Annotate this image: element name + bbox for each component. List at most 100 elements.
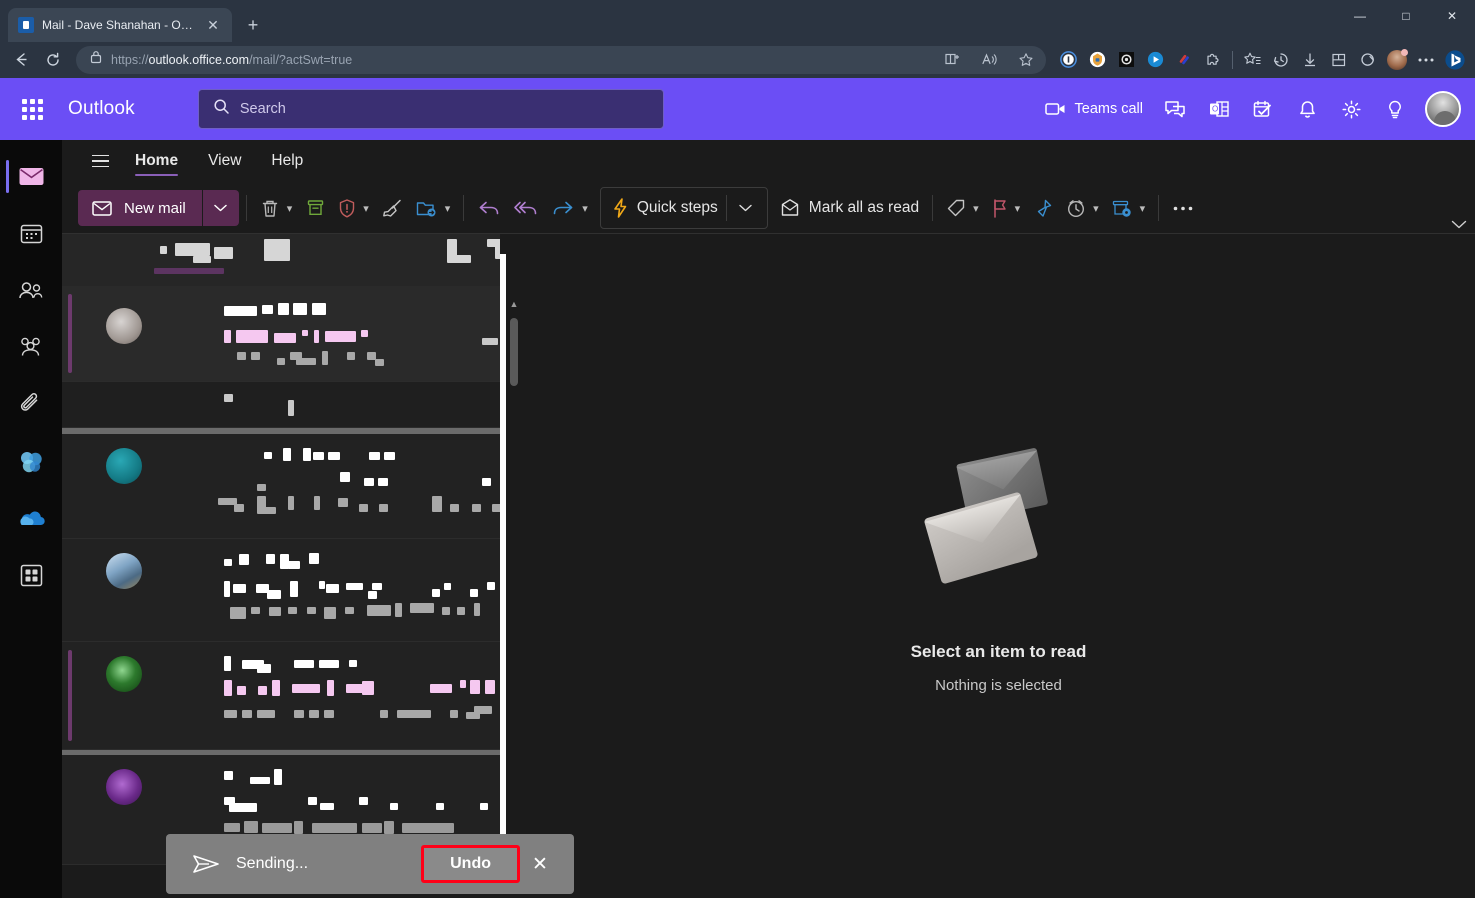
outlook-app-icon[interactable]: O (1199, 89, 1239, 129)
scrollbar-thumb[interactable] (510, 318, 518, 386)
tag-icon (947, 199, 965, 217)
hamburger-menu-icon[interactable] (80, 141, 120, 181)
forward-button[interactable]: ▾ (545, 190, 594, 226)
chevron-down-icon[interactable]: ▾ (363, 202, 369, 215)
extensions-puzzle-icon[interactable] (1199, 47, 1227, 73)
categorize-button[interactable]: ▾ (940, 190, 985, 226)
browser-tab[interactable]: Mail - Dave Shanahan - Outlook ✕ (8, 8, 232, 42)
sidebar-item-groups[interactable] (0, 319, 62, 376)
message-row[interactable] (62, 539, 500, 642)
link-icon[interactable] (1170, 47, 1198, 73)
report-button[interactable]: ▾ (332, 190, 375, 226)
sidebar-item-apps[interactable] (0, 547, 62, 604)
chevron-down-icon[interactable]: ▾ (1015, 202, 1021, 215)
pin-button[interactable] (1026, 190, 1060, 226)
read-aloud-icon[interactable] (975, 47, 1003, 73)
reload-icon[interactable] (38, 46, 68, 74)
search-input[interactable] (239, 101, 649, 117)
send-paper-plane-icon (192, 853, 222, 875)
chat-icon[interactable] (1155, 89, 1195, 129)
undo-button[interactable]: Undo (421, 845, 520, 883)
archive-button[interactable] (298, 190, 332, 226)
address-bar[interactable]: https://outlook.office.com/mail/?actSwt=… (76, 45, 1046, 74)
app-launcher-icon[interactable] (8, 85, 56, 133)
sidebar-item-onedrive[interactable] (0, 490, 62, 547)
gear-icon[interactable] (1331, 89, 1371, 129)
chevron-down-icon[interactable]: ▾ (287, 202, 293, 215)
message-row[interactable] (62, 382, 500, 428)
sidebar-item-loop[interactable] (0, 433, 62, 490)
history-icon[interactable] (1267, 47, 1295, 73)
profile-avatar[interactable] (1383, 47, 1411, 73)
password-manager-icon[interactable] (1083, 47, 1111, 73)
lightbulb-icon[interactable] (1375, 89, 1415, 129)
copilot-pen-icon[interactable] (1354, 47, 1382, 73)
mark-read-icon (781, 199, 798, 216)
minimize-button[interactable]: — (1337, 0, 1383, 32)
delete-button[interactable]: ▾ (254, 190, 299, 226)
favorite-star-icon[interactable] (1012, 47, 1040, 73)
new-mail-caret[interactable] (203, 190, 239, 226)
teams-call-button[interactable]: Teams call (1037, 89, 1152, 129)
adblock-icon[interactable] (1112, 47, 1140, 73)
paperclip-icon (20, 393, 38, 411)
video-download-icon[interactable] (1141, 47, 1169, 73)
sidebar-item-calendar[interactable] (0, 205, 62, 262)
sidebar-item-people[interactable] (0, 262, 62, 319)
message-row[interactable] (62, 286, 500, 382)
chevron-down-icon (214, 204, 227, 212)
sweep-button[interactable] (375, 190, 409, 226)
close-icon[interactable]: ✕ (202, 14, 224, 36)
snooze-button[interactable]: ▾ (1060, 190, 1105, 226)
collections-icon[interactable] (1325, 47, 1353, 73)
mark-all-read-button[interactable]: Mark all as read (774, 190, 925, 226)
bing-icon[interactable] (1441, 47, 1469, 73)
user-avatar[interactable] (1425, 91, 1461, 127)
back-icon[interactable] (6, 46, 36, 74)
chevron-down-icon[interactable]: ▾ (973, 202, 979, 215)
chevron-down-icon[interactable]: ▾ (445, 202, 451, 215)
tab-help[interactable]: Help (256, 141, 318, 181)
new-tab-button[interactable]: + (242, 14, 264, 36)
outlook-header: Outlook Teams call O (0, 78, 1475, 140)
chevron-down-icon[interactable]: ▾ (582, 202, 588, 215)
people-icon (19, 281, 43, 298)
sidebar-item-mail[interactable] (0, 148, 62, 205)
quick-steps-caret[interactable] (729, 190, 763, 226)
close-icon[interactable]: ✕ (520, 853, 560, 876)
message-row[interactable] (62, 434, 500, 539)
todo-checklist-icon[interactable] (1243, 89, 1283, 129)
chevron-down-icon[interactable]: ▾ (1093, 202, 1099, 215)
archive-box-icon (307, 200, 323, 215)
rules-button[interactable]: ▾ (1105, 190, 1152, 226)
search-box[interactable] (197, 89, 664, 129)
apps-grid-icon (20, 564, 42, 587)
tab-home[interactable]: Home (120, 141, 193, 181)
message-list-scrollbar[interactable]: ▲ ▼ (506, 234, 522, 898)
message-row[interactable] (62, 642, 500, 750)
onenote-clipper-icon[interactable] (1054, 47, 1082, 73)
bell-icon[interactable] (1287, 89, 1327, 129)
lock-icon (90, 50, 102, 69)
quick-steps-button[interactable]: Quick steps (605, 190, 724, 226)
new-mail-button[interactable]: New mail (78, 190, 239, 226)
downloads-icon[interactable] (1296, 47, 1324, 73)
overflow-button[interactable] (1166, 190, 1200, 226)
settings-more-icon[interactable] (1412, 47, 1440, 73)
close-window-button[interactable]: ✕ (1429, 0, 1475, 32)
favorites-icon[interactable] (1238, 47, 1266, 73)
chevron-down-icon[interactable]: ▾ (1140, 202, 1146, 215)
maximize-button[interactable]: □ (1383, 0, 1429, 32)
tab-view[interactable]: View (193, 141, 256, 181)
sidebar-item-files[interactable] (0, 376, 62, 433)
ribbon-expand-icon[interactable] (1451, 218, 1467, 232)
move-to-button[interactable]: ▾ (409, 190, 457, 226)
message-list-header[interactable] (62, 234, 500, 286)
groups-icon (21, 337, 40, 356)
flag-button[interactable]: ▾ (985, 190, 1027, 226)
reply-all-button[interactable] (507, 190, 545, 226)
reply-button[interactable] (471, 190, 507, 226)
page-title: Select an item to read (910, 642, 1087, 661)
scroll-up-arrow[interactable]: ▲ (506, 296, 522, 312)
split-screen-icon[interactable] (938, 47, 966, 73)
